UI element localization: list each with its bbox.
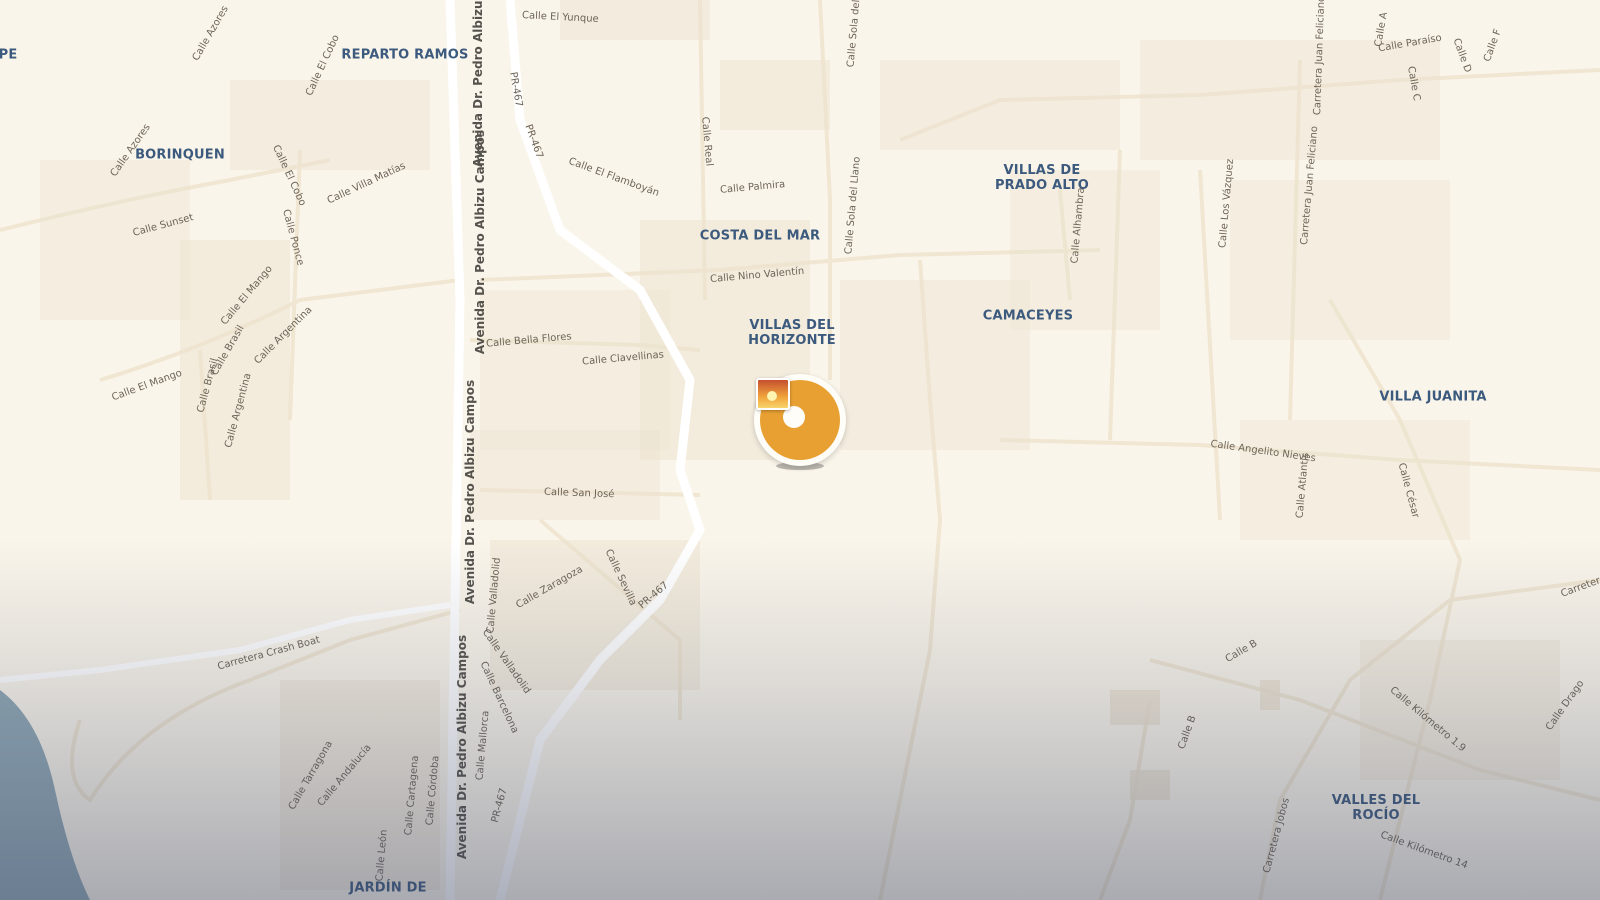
neighborhood-label-jardin-de: JARDÍN DE [349, 880, 427, 896]
neighborhood-label-camaceyes: CAMACEYES [982, 308, 1074, 324]
neighborhood-label-villas-del-horizonte: VILLAS DEL HORIZONTE [748, 318, 836, 348]
sun-icon [767, 391, 777, 401]
neighborhood-label-reparto-ramos: REPARTO RAMOS [341, 47, 469, 63]
neighborhood-label-villas-de-prado-alto: VILLAS DE PRADO ALTO [994, 163, 1090, 193]
neighborhood-label-borinquen: BORINQUEN [135, 147, 225, 163]
road-label-avenida-south-b: Avenida Dr. Pedro Albizu Campos [455, 634, 470, 860]
neighborhood-label-costa-del-mar: COSTA DEL MAR [699, 228, 821, 244]
neighborhood-label-valles-del-rocio: VALLES DEL ROCÍO [1331, 793, 1421, 823]
neighborhood-label-pe: PE [0, 47, 18, 63]
photo-cluster-marker[interactable] [746, 366, 854, 474]
road-label-avenida-south-a: Avenida Dr. Pedro Albizu Campos [463, 379, 478, 605]
road-label-avenida-mid: Avenida Dr. Pedro Albizu Campos [473, 129, 488, 355]
sunset-photo-icon [756, 378, 790, 410]
neighborhood-label-villa-juanita: VILLA JUANITA [1379, 389, 1487, 405]
